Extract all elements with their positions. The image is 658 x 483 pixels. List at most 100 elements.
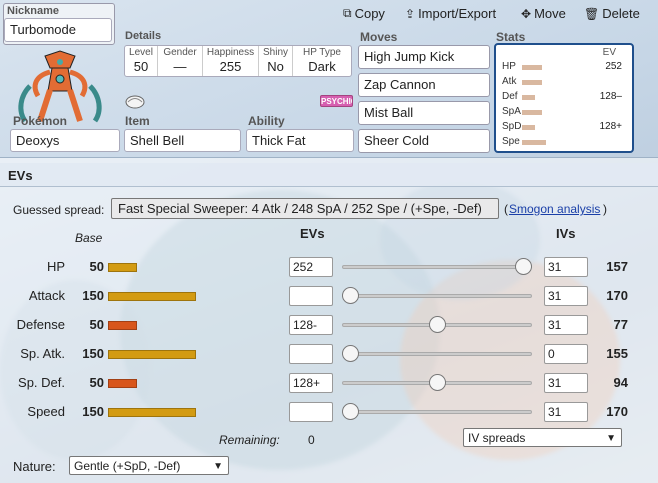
- upload-icon: ⇪: [405, 6, 416, 21]
- shiny-label: Shiny: [262, 47, 288, 58]
- guessed-spread-button[interactable]: Fast Special Sweeper: 4 Atk / 248 SpA / …: [111, 198, 499, 219]
- smogon-analysis-link[interactable]: Smogon analysis: [509, 202, 600, 216]
- stats-title: Stats: [496, 30, 526, 44]
- column-base-header: Base: [75, 231, 103, 245]
- stat-total-value: 170: [606, 404, 628, 419]
- stats-row-bar: [522, 125, 535, 130]
- stats-row-bar: [522, 80, 542, 85]
- stat-base-bar: [108, 321, 137, 330]
- iv-input[interactable]: 31: [544, 286, 588, 306]
- hp-type-label: HP Type: [303, 47, 341, 58]
- stats-row-label: Atk: [502, 76, 517, 87]
- stats-row-ev: 128+: [599, 121, 622, 132]
- copy-button[interactable]: ⧉ Copy: [343, 6, 385, 21]
- move-1-input[interactable]: High Jump Kick: [358, 45, 490, 69]
- stats-row-label: Spe: [502, 136, 520, 147]
- import-export-label: Import/Export: [418, 6, 497, 21]
- stats-row-label: HP: [502, 61, 516, 72]
- detail-happiness: Happiness 255: [203, 46, 259, 76]
- move-4-input[interactable]: Sheer Cold: [358, 129, 490, 153]
- move-icon: ✥: [521, 6, 532, 21]
- details-box[interactable]: Level 50 Gender — Happiness 255 Shiny No…: [124, 45, 352, 77]
- column-ivs-header: IVs: [556, 226, 576, 241]
- move-2-input[interactable]: Zap Cannon: [358, 73, 490, 97]
- stats-row-bar: [522, 110, 542, 115]
- stat-base-value: 150: [82, 288, 104, 303]
- nickname-label: Nickname: [7, 5, 59, 17]
- moves-title: Moves: [360, 30, 398, 44]
- delete-label: Delete: [602, 6, 640, 21]
- ev-slider-track[interactable]: [342, 265, 532, 269]
- stat-base-value: 150: [82, 404, 104, 419]
- iv-input[interactable]: 31: [544, 315, 588, 335]
- stats-row-bar: [522, 140, 546, 145]
- ev-slider-thumb[interactable]: [429, 374, 446, 391]
- trash-icon: 🗑: [584, 6, 600, 21]
- ev-input[interactable]: 128+: [289, 373, 333, 393]
- stats-row-label: SpD: [502, 121, 522, 132]
- level-label: Level: [129, 47, 153, 58]
- ev-slider-thumb[interactable]: [342, 403, 359, 420]
- nickname-input[interactable]: Turbomode: [4, 18, 112, 42]
- ev-slider-track[interactable]: [342, 294, 532, 298]
- stats-row-ev: 252: [605, 61, 622, 72]
- stat-name-label: Speed: [27, 404, 65, 419]
- stat-total-value: 157: [606, 259, 628, 274]
- happiness-label: Happiness: [206, 47, 255, 58]
- delete-button[interactable]: 🗑 Delete: [584, 6, 640, 21]
- detail-shiny: Shiny No: [259, 46, 293, 76]
- ev-slider-thumb[interactable]: [342, 287, 359, 304]
- move-3-input[interactable]: Mist Ball: [358, 101, 490, 125]
- ev-input[interactable]: [289, 286, 333, 306]
- stat-name-label: Attack: [28, 288, 65, 303]
- import-export-button[interactable]: ⇪ Import/Export: [405, 6, 496, 21]
- pokemon-label: Pokémon: [13, 114, 68, 128]
- ev-slider-track[interactable]: [342, 410, 532, 414]
- stats-summary-button[interactable]: EV HP 252 Atk Def 128– SpA SpD 128+ Spe: [494, 43, 634, 153]
- ev-slider-thumb[interactable]: [515, 258, 532, 275]
- hp-type-value: Dark: [308, 59, 336, 74]
- iv-input[interactable]: 0: [544, 344, 588, 364]
- gender-label: Gender: [163, 47, 197, 58]
- iv-input[interactable]: 31: [544, 257, 588, 277]
- stat-total-value: 170: [606, 288, 628, 303]
- iv-input[interactable]: 31: [544, 373, 588, 393]
- ev-input[interactable]: [289, 402, 333, 422]
- iv-spreads-select[interactable]: IV spreads ▼: [463, 428, 622, 447]
- happiness-value: 255: [219, 59, 242, 74]
- iv-input[interactable]: 31: [544, 402, 588, 422]
- details-title: Details: [125, 30, 162, 42]
- move-button[interactable]: ✥ Move: [521, 6, 566, 21]
- stat-total-value: 155: [606, 346, 628, 361]
- chevron-down-icon: ▼: [606, 433, 616, 444]
- item-input[interactable]: Shell Bell: [124, 129, 241, 152]
- ev-slider-thumb[interactable]: [429, 316, 446, 333]
- stat-name-label: Sp. Atk.: [20, 346, 65, 361]
- stat-base-bar: [108, 408, 196, 417]
- detail-gender: Gender —: [158, 46, 203, 76]
- copy-icon: ⧉: [343, 6, 352, 20]
- ev-slider-track[interactable]: [342, 352, 532, 356]
- stats-row-ev: 128–: [599, 91, 622, 102]
- detail-hp-type: HP Type Dark: [293, 46, 351, 76]
- remaining-label: Remaining:: [219, 433, 280, 447]
- ev-input[interactable]: 252: [289, 257, 333, 277]
- level-value: 50: [133, 59, 149, 74]
- nature-value: Gentle (+SpD, -Def): [74, 459, 181, 473]
- stat-base-bar: [108, 379, 137, 388]
- stats-row-label: SpA: [502, 106, 521, 117]
- remaining-value: 0: [308, 433, 315, 447]
- ability-input[interactable]: Thick Fat: [246, 129, 354, 152]
- stat-total-value: 77: [613, 317, 628, 332]
- gender-value: —: [173, 59, 187, 74]
- ev-slider-thumb[interactable]: [342, 345, 359, 362]
- shiny-value: No: [267, 59, 284, 74]
- nature-label: Nature:: [13, 459, 56, 474]
- nature-select[interactable]: Gentle (+SpD, -Def) ▼: [69, 456, 229, 475]
- ev-input[interactable]: [289, 344, 333, 364]
- ev-input[interactable]: 128-: [289, 315, 333, 335]
- pokemon-input[interactable]: Deoxys: [10, 129, 120, 152]
- stat-base-bar: [108, 350, 196, 359]
- stat-total-value: 94: [613, 375, 628, 390]
- stat-base-bar: [108, 292, 196, 301]
